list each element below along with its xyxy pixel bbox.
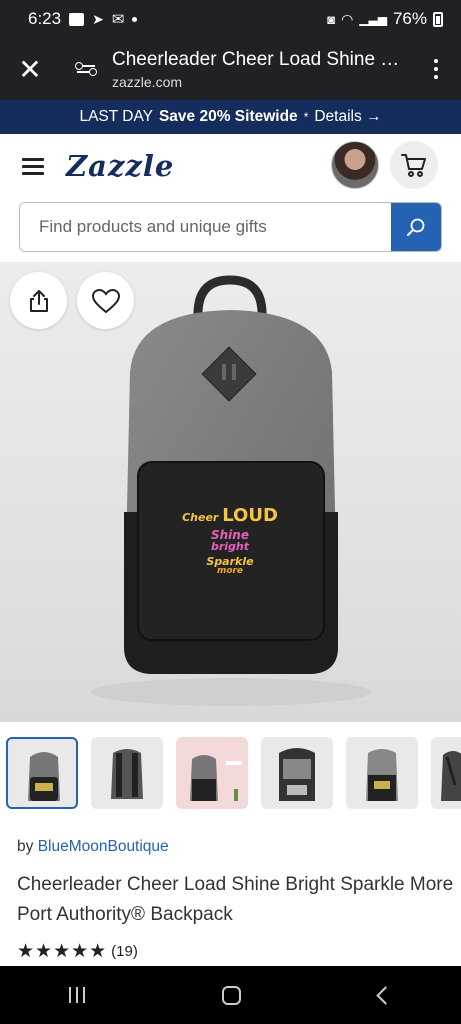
share-button[interactable] (10, 272, 67, 329)
product-title: Cheerleader Cheer Load Shine Bright Spar… (17, 874, 454, 925)
promo-offer: Save 20% Sitewide (158, 108, 298, 125)
back-button[interactable] (376, 985, 395, 1005)
design-print: Cheer LOUD Shine bright Sparkle more (175, 507, 285, 607)
thumbnail-lifestyle[interactable] (176, 737, 248, 809)
favorite-button[interactable] (77, 272, 134, 329)
design-word-cheer: Cheer (182, 511, 219, 524)
menu-icon[interactable] (22, 157, 44, 175)
backpack-illustration (91, 275, 371, 706)
seller-link[interactable]: BlueMoonBoutique (38, 838, 169, 855)
thumbnail-back[interactable] (91, 737, 163, 809)
url-info[interactable]: Cheerleader Cheer Load Shine Br... zazzl… (112, 49, 411, 90)
search-bar (19, 202, 442, 252)
thumbnail-angle[interactable] (346, 737, 418, 809)
account-avatar[interactable] (331, 141, 379, 189)
mail-notification-icon: ✉ (111, 11, 125, 28)
design-word-loud: LOUD (222, 505, 278, 526)
battery-icon (433, 11, 443, 27)
wifi-icon: ◠ (341, 10, 354, 27)
home-button[interactable] (222, 985, 242, 1005)
close-tab-button[interactable]: ✕ (0, 53, 60, 86)
thumbnail-open-interior[interactable] (261, 737, 333, 809)
promo-banner[interactable]: LAST DAY Save 20% Sitewide * Details → (0, 100, 461, 134)
review-count: (19) (111, 943, 138, 960)
browser-toolbar: ✕ Cheerleader Cheer Load Shine Br... zaz… (0, 38, 461, 100)
share-icon (29, 289, 48, 312)
thumbnail-front[interactable] (6, 737, 78, 809)
recent-apps-button[interactable] (68, 987, 85, 1003)
signal-icon: ▁▃▅ (359, 12, 387, 26)
search-input[interactable] (20, 203, 391, 251)
battery-percent: 76% (392, 9, 427, 28)
search-icon (407, 218, 425, 236)
browser-page-title: Cheerleader Cheer Load Shine Br... (112, 48, 411, 70)
data-saver-icon: ◙ (327, 11, 336, 27)
cart-icon (401, 154, 426, 177)
design-word-bright: bright (210, 540, 250, 553)
search-button[interactable] (391, 203, 441, 251)
site-header: Zazzle (0, 134, 461, 198)
more-options-icon[interactable] (411, 59, 461, 79)
status-time: 6:23 (28, 9, 62, 28)
site-settings-icon[interactable] (60, 62, 112, 76)
design-word-more: more (216, 566, 244, 576)
status-bar: 6:23 ➤ ✉ ◙ ◠ ▁▃▅ 76% (0, 0, 461, 38)
rating-stars: ★★★★★ (17, 941, 108, 962)
thumbnail-side[interactable] (431, 737, 461, 809)
by-prefix: by (17, 838, 34, 855)
cart-button[interactable] (390, 141, 438, 189)
product-rating[interactable]: ★★★★★ (19) (17, 940, 138, 963)
product-main-image[interactable]: Cheer LOUD Shine bright Sparkle more (0, 262, 461, 722)
system-nav-bar (0, 966, 461, 1024)
seller-byline: by BlueMoonBoutique (17, 838, 169, 856)
browser-domain: zazzle.com (112, 73, 183, 90)
heart-icon (91, 288, 120, 313)
gallery-notification-icon (69, 12, 85, 26)
more-notifications-icon (132, 16, 138, 22)
telegram-notification-icon: ➤ (92, 10, 104, 27)
thumbnail-strip (0, 737, 461, 811)
promo-prefix: LAST DAY (79, 108, 153, 125)
promo-details-link[interactable]: Details → (314, 108, 381, 126)
zazzle-logo[interactable]: Zazzle (66, 149, 174, 183)
promo-asterisk: * (303, 110, 309, 124)
